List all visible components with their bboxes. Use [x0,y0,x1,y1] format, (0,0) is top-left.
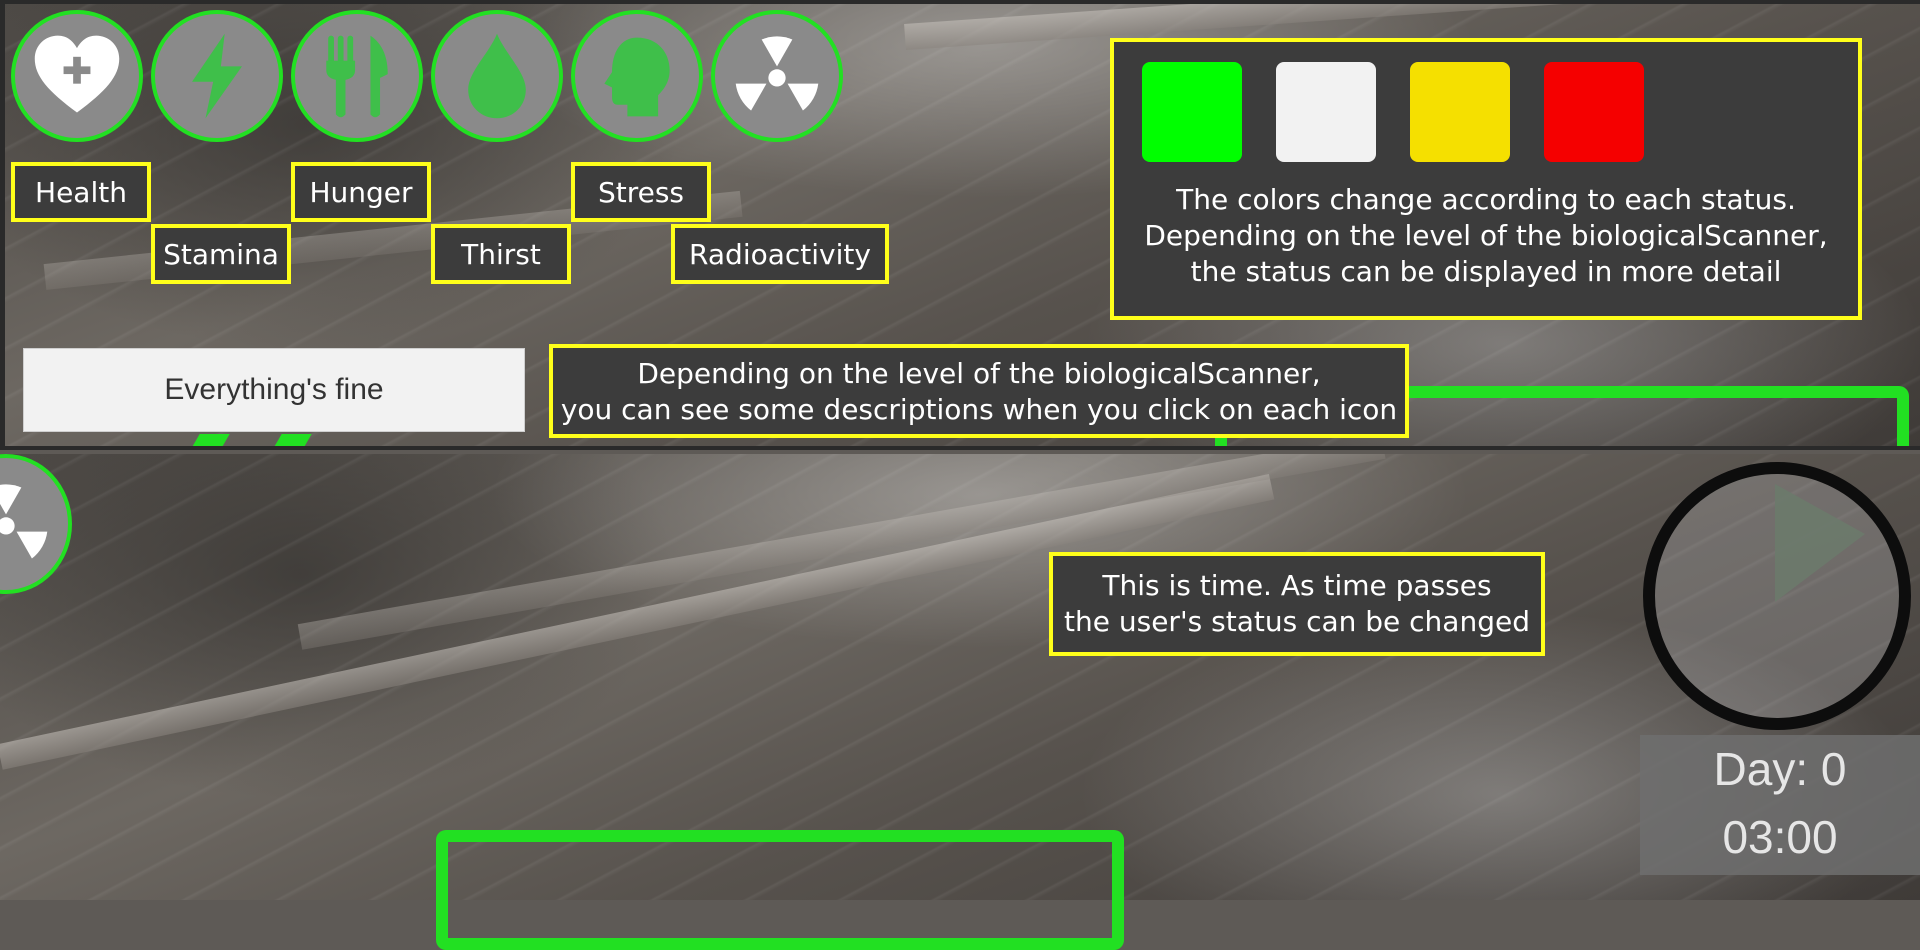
time-note-line: This is time. As time passes [1102,569,1492,602]
green-swatch [1142,62,1242,162]
radioactivity-status-button[interactable] [711,10,843,142]
day-counter: Day: 0 [1713,743,1847,795]
day-time-display: Day: 0 03:00 [1640,735,1920,875]
stamina-status-button[interactable] [151,10,283,142]
top-screenshot-panel: Health Stamina Hunger Thirst Stress Radi… [0,0,1920,450]
legend-line: The colors change according to each stat… [1176,183,1796,216]
radioactivity-label: Radioactivity [671,224,889,284]
radiation-icon [735,36,819,111]
hunger-status-button[interactable] [291,10,423,142]
stamina-label: Stamina [151,224,291,284]
color-legend-note: The colors change according to each stat… [1110,38,1862,320]
radiation-icon [0,484,48,559]
lightning-icon [192,33,242,119]
status-message-button[interactable]: Everything's fine [23,348,525,432]
scanner-note-line: Depending on the level of the biological… [637,357,1321,390]
health-status-button[interactable] [11,10,143,142]
water-drop-icon [468,33,526,119]
head-icon [604,37,670,117]
time-note: This is time. As time passes the user's … [1049,552,1545,656]
fork-knife-icon [326,35,388,118]
green-frame [436,830,1124,950]
scanner-note: Depending on the level of the biological… [549,344,1409,438]
time-clock[interactable] [1643,462,1911,730]
stress-label: Stress [571,162,711,222]
health-label: Health [11,162,151,222]
stress-status-button[interactable] [571,10,703,142]
hunger-label: Hunger [291,162,431,222]
legend-line: the status can be displayed in more deta… [1190,255,1782,288]
green-stripe [264,434,312,446]
play-triangle-icon [1775,484,1865,602]
time-note-line: the user's status can be changed [1064,605,1530,638]
white-swatch [1276,62,1376,162]
legend-line: Depending on the level of the biological… [1144,219,1828,252]
heart-plus-icon [34,35,120,113]
yellow-swatch [1410,62,1510,162]
green-stripe [182,434,230,446]
thirst-label: Thirst [431,224,571,284]
scanner-note-line: you can see some descriptions when you c… [560,393,1398,426]
time-readout: 03:00 [1722,811,1838,863]
red-swatch [1544,62,1644,162]
thirst-status-button[interactable] [431,10,563,142]
